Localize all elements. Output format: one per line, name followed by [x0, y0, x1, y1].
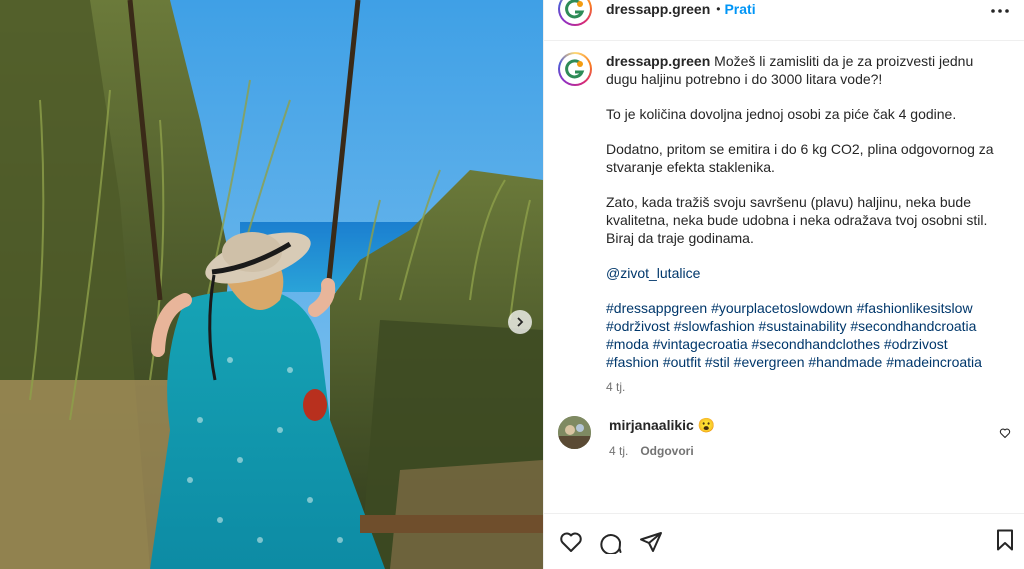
- caption-paragraph: Dodatno, pritom se emitira i do 6 kg CO2…: [606, 141, 994, 175]
- avatar-image: [558, 416, 591, 449]
- comment-username[interactable]: mirjanaalikic: [609, 417, 694, 433]
- post-image[interactable]: [0, 0, 543, 569]
- save-button[interactable]: [993, 528, 1017, 555]
- reply-button[interactable]: Odgovori: [640, 442, 693, 460]
- paper-plane-icon: [640, 531, 662, 552]
- next-image-button[interactable]: [508, 310, 532, 334]
- hashtag-link[interactable]: #dressappgreen: [606, 300, 707, 316]
- action-bar: [544, 513, 1024, 569]
- avatar[interactable]: [558, 0, 592, 26]
- hashtag-link[interactable]: #evergreen: [734, 354, 805, 370]
- separator: •: [716, 2, 721, 16]
- more-horizontal-icon: [991, 9, 1009, 13]
- caption-avatar[interactable]: [558, 52, 592, 86]
- hashtag-link[interactable]: #fashionlikesitslow: [857, 300, 973, 316]
- follow-button[interactable]: Prati: [724, 1, 755, 17]
- comment-icon: [600, 533, 622, 554]
- post-header: dressapp.green • Prati: [544, 0, 1024, 41]
- dressapp-logo-icon: [565, 0, 585, 19]
- comment: mirjanaalikic 😮 4 tj. Odgovori: [558, 416, 1013, 460]
- hashtag-link[interactable]: #moda: [606, 336, 649, 352]
- like-button[interactable]: [558, 529, 584, 555]
- hashtag-link[interactable]: #održivost: [606, 318, 670, 334]
- comment-text: 😮: [697, 417, 716, 433]
- share-button[interactable]: [638, 529, 664, 555]
- caption-timestamp[interactable]: 4 tj.: [606, 378, 998, 396]
- hashtag-link[interactable]: #odrzivost: [884, 336, 948, 352]
- hashtag-link[interactable]: #fashion: [606, 354, 659, 370]
- hashtag-link[interactable]: #yourplacetoslowdown: [711, 300, 853, 316]
- hashtag-link[interactable]: #sustainability: [759, 318, 847, 334]
- caption-paragraph: To je količina dovoljna jednoj osobi za …: [606, 106, 957, 122]
- dressapp-logo-icon: [565, 59, 585, 79]
- post-panel: dressapp.green • Prati dressapp.green Mo…: [543, 0, 1024, 569]
- caption-paragraph: Zato, kada tražiš svoju savršenu (plavu)…: [606, 194, 988, 246]
- caption-username[interactable]: dressapp.green: [606, 53, 710, 69]
- heart-icon: [560, 532, 582, 552]
- hashtag-link[interactable]: #secondhandcroatia: [850, 318, 976, 334]
- chevron-right-icon: [517, 317, 524, 327]
- hashtag-link[interactable]: #madeincroatia: [886, 354, 982, 370]
- comment-timestamp[interactable]: 4 tj.: [609, 442, 628, 460]
- comment-like-button[interactable]: [999, 426, 1011, 442]
- comment-avatar[interactable]: [558, 416, 591, 449]
- hashtag-link[interactable]: #handmade: [808, 354, 882, 370]
- hashtag-link[interactable]: #stil: [705, 354, 730, 370]
- hashtag-link[interactable]: #vintagecroatia: [653, 336, 748, 352]
- hashtag-link[interactable]: #secondhandclothes: [752, 336, 880, 352]
- bookmark-icon: [997, 529, 1013, 551]
- hashtag-link[interactable]: #slowfashion: [674, 318, 755, 334]
- more-options-button[interactable]: [988, 0, 1012, 22]
- caption: dressapp.green Možeš li zamisliti da je …: [558, 52, 1013, 396]
- account-name[interactable]: dressapp.green: [606, 1, 710, 17]
- photo-woman-on-swing: [0, 0, 543, 569]
- mention-link[interactable]: @zivot_lutalice: [606, 265, 700, 281]
- comment-button[interactable]: [598, 529, 624, 555]
- hashtag-link[interactable]: #outfit: [663, 354, 701, 370]
- heart-icon: [999, 428, 1011, 439]
- hashtag-list: #dressappgreen #yourplacetoslowdown #fas…: [606, 299, 998, 371]
